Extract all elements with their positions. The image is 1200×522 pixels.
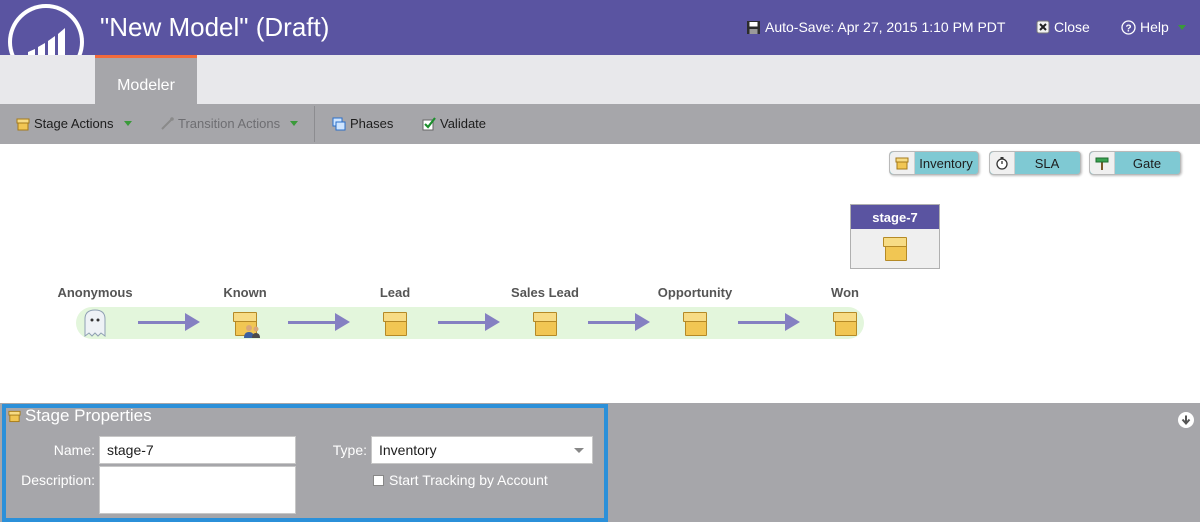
validate-check-icon xyxy=(422,116,436,130)
stage-node-opportunity[interactable] xyxy=(678,307,712,339)
gate-palette-button[interactable]: Gate xyxy=(1089,151,1181,175)
close-button[interactable]: Close xyxy=(1036,19,1090,35)
page-title: "New Model" (Draft) xyxy=(100,12,330,42)
tracking-label: Start Tracking by Account xyxy=(389,472,548,488)
stage-actions-label: Stage Actions xyxy=(34,116,114,131)
transition-arrow[interactable] xyxy=(138,313,200,331)
transition-arrow[interactable] xyxy=(438,313,500,331)
box-icon xyxy=(683,310,707,336)
transition-arrow[interactable] xyxy=(588,313,650,331)
validate-button[interactable]: Validate xyxy=(422,116,486,131)
stage-label-sales-lead: Sales Lead xyxy=(511,285,579,300)
box-icon xyxy=(533,310,557,336)
inventory-label: Inventory xyxy=(919,156,973,171)
ghost-icon xyxy=(84,309,106,337)
gate-label: Gate xyxy=(1132,156,1162,171)
chevron-down-icon xyxy=(290,121,299,126)
box-icon xyxy=(890,152,915,174)
stage-label-anonymous: Anonymous xyxy=(57,285,133,300)
stage-7-title: stage-7 xyxy=(851,205,939,229)
toolbar-divider xyxy=(314,106,315,142)
autosave-status: Auto-Save: Apr 27, 2015 1:10 PM PDT xyxy=(746,19,1005,35)
phases-button[interactable]: Phases xyxy=(332,116,393,131)
type-select[interactable]: Inventory xyxy=(371,436,593,464)
transition-icon xyxy=(161,116,174,130)
transition-arrow[interactable] xyxy=(738,313,800,331)
stage-label-lead: Lead xyxy=(379,285,411,300)
validate-label: Validate xyxy=(440,116,487,131)
inventory-palette-button[interactable]: Inventory xyxy=(889,151,979,175)
stage-node-lead[interactable] xyxy=(378,307,412,339)
type-label: Type: xyxy=(332,442,367,458)
type-selected-value: Inventory xyxy=(379,442,437,458)
tracking-checkbox[interactable] xyxy=(373,474,384,486)
help-menu[interactable]: ? Help xyxy=(1121,19,1186,35)
help-icon: ? xyxy=(1121,19,1136,35)
close-label: Close xyxy=(1054,19,1090,35)
arrow-down-circle-icon xyxy=(1181,415,1191,426)
stage-node-anonymous[interactable] xyxy=(78,307,112,339)
stage-label-known: Known xyxy=(223,285,267,300)
tracking-checkbox-row[interactable]: Start Tracking by Account xyxy=(373,472,548,488)
stage-node-known[interactable] xyxy=(228,307,262,339)
box-people-icon xyxy=(233,310,260,338)
phases-icon xyxy=(332,117,346,130)
name-input[interactable] xyxy=(99,436,296,464)
stage-node-won[interactable] xyxy=(828,307,862,339)
panel-title: Stage Properties xyxy=(25,406,152,425)
save-disk-icon xyxy=(747,20,760,34)
transition-actions-label: Transition Actions xyxy=(178,116,281,131)
box-icon xyxy=(16,118,30,130)
help-label: Help xyxy=(1140,19,1169,35)
box-icon xyxy=(383,310,407,336)
tab-modeler[interactable]: Modeler xyxy=(95,55,197,104)
chevron-down-icon xyxy=(574,448,584,453)
box-icon xyxy=(851,229,939,261)
stage-actions-menu[interactable]: Stage Actions xyxy=(16,116,132,131)
stage-node-sales-lead[interactable] xyxy=(528,307,562,339)
description-textarea[interactable] xyxy=(99,466,296,514)
stopwatch-icon xyxy=(990,152,1015,174)
chevron-down-icon xyxy=(1177,24,1186,30)
phases-label: Phases xyxy=(350,116,394,131)
box-icon xyxy=(8,410,21,423)
autosave-text: Auto-Save: Apr 27, 2015 1:10 PM PDT xyxy=(765,19,1006,35)
stage-label-opportunity: Opportunity xyxy=(657,285,733,300)
gate-sign-icon xyxy=(1090,152,1115,174)
close-icon xyxy=(1036,20,1050,34)
stage-7-node[interactable]: stage-7 xyxy=(850,204,940,269)
sla-label: SLA xyxy=(1034,156,1060,171)
name-label: Name: xyxy=(53,442,95,458)
collapse-panel-button[interactable] xyxy=(1178,412,1194,428)
svg-text:?: ? xyxy=(1125,23,1131,34)
box-icon xyxy=(833,310,857,336)
chevron-down-icon xyxy=(123,121,132,126)
description-label: Description: xyxy=(21,472,95,488)
sla-palette-button[interactable]: SLA xyxy=(989,151,1081,175)
transition-arrow[interactable] xyxy=(288,313,350,331)
transition-actions-menu[interactable]: Transition Actions xyxy=(160,116,299,131)
stage-label-won: Won xyxy=(831,285,859,300)
